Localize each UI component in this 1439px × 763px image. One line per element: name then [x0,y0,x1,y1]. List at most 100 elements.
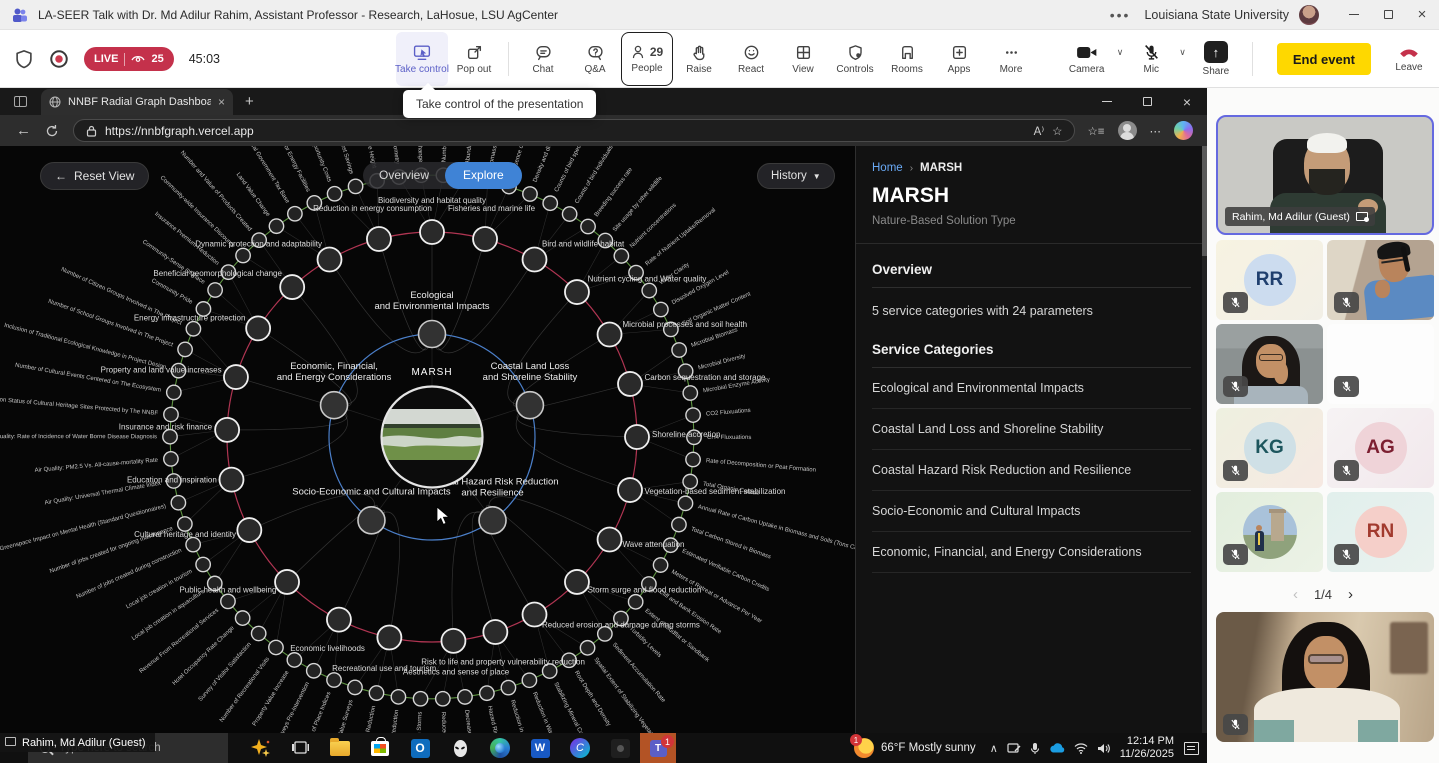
parameter-node[interactable] [483,620,507,644]
outer-node[interactable] [672,517,686,531]
parameter-node[interactable] [625,425,649,449]
browser-profile-avatar[interactable] [1118,121,1137,140]
overview-mode-button[interactable]: Overview [363,162,445,189]
category-node[interactable] [419,321,446,348]
outer-node[interactable] [614,249,628,263]
category-list-item[interactable]: Ecological and Environmental Impacts [872,368,1191,409]
category-node[interactable] [479,507,506,534]
outer-node[interactable] [348,680,362,694]
parameter-node[interactable] [215,418,239,442]
parameter-node[interactable] [237,518,261,542]
category-list-item[interactable]: Socio-Economic and Cultural Impacts [872,491,1191,532]
rooms-button[interactable]: Rooms [881,32,933,86]
parameter-node[interactable] [598,528,622,552]
pop-out-button[interactable]: Pop out [448,32,500,86]
tab-search-icon[interactable] [14,96,27,107]
bottom-participant-video[interactable] [1216,612,1434,742]
minimize-button[interactable] [1337,0,1371,29]
app-icon[interactable] [600,733,640,763]
outer-node[interactable] [164,452,178,466]
explore-mode-button[interactable]: Explore [445,162,522,189]
outer-node[interactable] [186,322,200,336]
outer-node[interactable] [171,496,185,510]
category-node[interactable] [516,392,543,419]
back-icon[interactable]: ← [16,122,31,139]
weather-widget[interactable]: 1 66°F Mostly sunny [854,738,976,758]
task-view-icon[interactable] [280,733,320,763]
parameter-node[interactable] [523,247,547,271]
end-event-button[interactable]: End event [1277,43,1371,75]
react-button[interactable]: React [725,32,777,86]
outer-node[interactable] [480,686,494,700]
outer-node[interactable] [221,594,235,608]
spotlight-video[interactable]: Rahim, Md Adilur (Guest) [1216,115,1434,235]
outer-node[interactable] [580,641,594,655]
close-button[interactable]: × [1405,0,1439,29]
outer-node[interactable] [672,343,686,357]
tab-close-icon[interactable]: × [218,95,225,109]
titlebar-more-icon[interactable]: ••• [1110,7,1131,23]
raise-hand-button[interactable]: Raise [673,32,725,86]
outer-node[interactable] [327,187,341,201]
parameter-node[interactable] [367,227,391,251]
edge-icon[interactable] [480,733,520,763]
outer-node[interactable] [348,179,362,193]
outer-node[interactable] [642,283,656,297]
parameter-node[interactable] [219,468,243,492]
outer-node[interactable] [327,673,341,687]
word-icon[interactable]: W [520,733,560,763]
breadcrumb-home-link[interactable]: Home [872,162,903,174]
outer-node[interactable] [269,640,283,654]
outer-node[interactable] [653,558,667,572]
outer-node[interactable] [628,595,642,609]
outer-node[interactable] [196,557,210,571]
qa-button[interactable]: Q&A [569,32,621,86]
browser-close-button[interactable]: × [1167,88,1207,115]
favorites-bar-icon[interactable]: ☆≡ [1087,124,1104,138]
pager-prev-icon[interactable]: ‹ [1293,586,1298,603]
alienware-icon[interactable] [440,733,480,763]
system-tray[interactable]: ∧ [990,742,1110,755]
outer-node[interactable] [501,680,515,694]
shield-icon[interactable] [14,49,34,69]
outer-node[interactable] [683,386,697,400]
browser-tab[interactable]: NNBF Radial Graph Dashboard × [41,89,233,115]
microsoft-store-icon[interactable] [360,733,400,763]
outer-node[interactable] [581,219,595,233]
parameter-node[interactable] [377,626,401,650]
tablet-pen-icon[interactable] [1007,742,1021,754]
parameter-node[interactable] [565,570,589,594]
outlook-icon[interactable]: O [400,733,440,763]
outer-node[interactable] [369,686,383,700]
address-bar[interactable]: https://nnbfgraph.vercel.app A⁾ ☆ [73,119,1076,142]
outer-node[interactable] [251,626,265,640]
participant-tile[interactable]: RN [1327,492,1434,572]
history-button[interactable]: History ▼ [757,163,835,189]
take-control-button[interactable]: Take control [396,32,448,86]
participant-tile[interactable] [1216,324,1323,404]
outer-node[interactable] [391,690,405,704]
parameter-node[interactable] [275,570,299,594]
refresh-icon[interactable] [45,124,59,138]
category-list-item[interactable]: Coastal Land Loss and Shoreline Stabilit… [872,409,1191,450]
tray-expand-icon[interactable]: ∧ [990,742,998,755]
category-list-item[interactable]: Coastal Hazard Risk Reduction and Resili… [872,450,1191,491]
onedrive-icon[interactable] [1049,743,1065,754]
outer-node[interactable] [287,653,301,667]
browser-more-icon[interactable]: ⋯ [1150,124,1162,138]
browser-minimize-button[interactable] [1087,88,1127,115]
parameter-node[interactable] [280,275,304,299]
wifi-icon[interactable] [1074,743,1088,754]
browser-restore-button[interactable] [1127,88,1167,115]
radial-graph[interactable]: Numbers of fish speciesAbundance of fish… [0,146,855,733]
share-button[interactable]: ↑ Share [1194,32,1238,86]
teams-taskbar-icon[interactable]: T 1 [640,733,676,763]
outer-node[interactable] [178,342,192,356]
category-node[interactable] [321,392,348,419]
copilot-icon[interactable] [1174,121,1193,140]
user-avatar[interactable] [1299,5,1319,25]
parameter-node[interactable] [318,247,342,271]
participant-tile[interactable] [1327,324,1434,404]
tray-mic-icon[interactable] [1030,742,1040,755]
canva-icon[interactable]: C [560,733,600,763]
